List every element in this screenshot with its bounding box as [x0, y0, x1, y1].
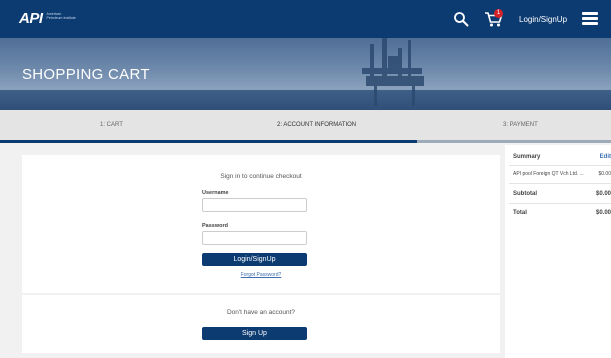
menu-bar — [582, 12, 598, 15]
progress-bar-completed — [0, 140, 417, 143]
step-account-information[interactable]: 2: ACCOUNT INFORMATION — [277, 122, 356, 128]
top-nav-bar: API American Petroleum Institute 1 Login… — [0, 0, 611, 38]
sign-up-button[interactable]: Sign Up — [202, 327, 307, 340]
summary-title: Summary — [513, 154, 541, 160]
hero-banner: SHOPPING CART — [0, 38, 611, 110]
subtotal-label: Subtotal — [513, 191, 537, 197]
cart-count-badge: 1 — [494, 9, 503, 18]
no-account-heading: Don't have an account? — [226, 309, 296, 316]
order-summary-panel: Summary Edit API pool Foreign QT Vch Ltd… — [505, 145, 611, 358]
username-label: Username — [202, 190, 229, 196]
summary-edit-link[interactable]: Edit — [600, 154, 611, 160]
api-logo[interactable]: API American Petroleum Institute — [19, 10, 77, 28]
step-payment[interactable]: 3: PAYMENT — [503, 122, 538, 128]
username-input[interactable] — [202, 198, 307, 212]
summary-item-price: $0.00 — [598, 171, 611, 177]
hamburger-menu-icon[interactable] — [582, 12, 598, 26]
signup-panel: Don't have an account? Sign Up — [22, 295, 500, 353]
oil-rig-image — [362, 38, 424, 106]
password-input[interactable] — [202, 231, 307, 245]
password-label: Password — [202, 223, 228, 229]
page-title: SHOPPING CART — [22, 66, 150, 83]
hero-sea-background — [0, 90, 611, 110]
subtotal-value: $0.00 — [595, 191, 611, 197]
divider — [509, 183, 611, 184]
progress-bar-remaining — [417, 140, 611, 143]
logo-text: API — [19, 10, 43, 27]
menu-bar — [582, 17, 598, 20]
login-signup-link[interactable]: Login/SignUp — [519, 15, 567, 24]
total-label: Total — [513, 210, 527, 216]
login-signup-button[interactable]: Login/SignUp — [202, 253, 307, 266]
summary-subtotal-row: Subtotal $0.00 — [513, 191, 611, 197]
summary-total-row: Total $0.00 — [513, 210, 611, 216]
summary-item-name: API pool Foreign QT Vch Ltd. ... — [513, 171, 584, 177]
summary-header: Summary Edit — [513, 154, 611, 160]
checkout-steps: 1: CART 2: ACCOUNT INFORMATION 3: PAYMEN… — [0, 110, 611, 143]
search-icon[interactable] — [453, 11, 469, 27]
login-panel: Sign in to continue checkout Username Pa… — [22, 155, 500, 293]
summary-line-item: API pool Foreign QT Vch Ltd. ... $0.00 — [513, 171, 611, 177]
logo-subtext: American Petroleum Institute — [46, 12, 76, 20]
total-value: $0.00 — [595, 210, 611, 216]
divider — [509, 203, 611, 204]
step-cart[interactable]: 1: CART — [100, 122, 123, 128]
signin-heading: Sign in to continue checkout — [220, 173, 302, 180]
divider — [509, 165, 611, 166]
menu-bar — [582, 22, 598, 25]
forgot-password-link[interactable]: Forgot Password? — [22, 272, 500, 278]
